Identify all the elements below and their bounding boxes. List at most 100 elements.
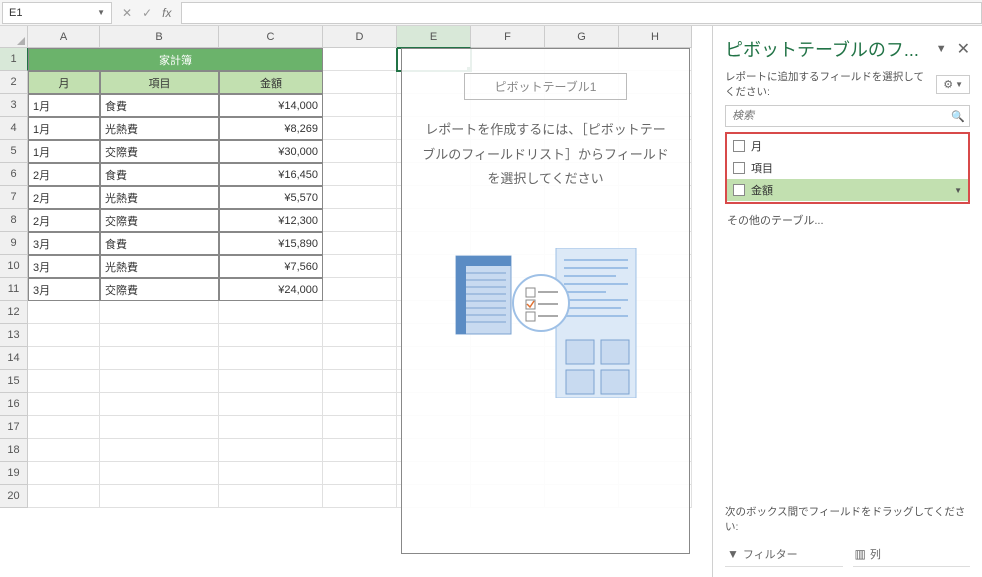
drop-zone-columns[interactable]: ▥列 <box>853 542 971 567</box>
cell[interactable] <box>28 301 100 324</box>
pivot-table-placeholder[interactable]: ピボットテーブル1 レポートを作成するには、［ピボットテーブルのフィールドリスト… <box>401 48 690 554</box>
cell[interactable] <box>219 416 323 439</box>
cell[interactable]: 2月 <box>28 186 100 209</box>
cell[interactable]: ¥14,000 <box>219 94 323 117</box>
cell[interactable] <box>323 324 397 347</box>
field-item-amount[interactable]: 金額 ▼ <box>727 179 968 201</box>
cell[interactable] <box>100 462 219 485</box>
row-header[interactable]: 8 <box>0 209 28 232</box>
cell[interactable]: ¥7,560 <box>219 255 323 278</box>
cell[interactable] <box>100 370 219 393</box>
row-header[interactable]: 4 <box>0 117 28 140</box>
cell[interactable]: 食費 <box>100 163 219 186</box>
layout-options-button[interactable]: ⚙▼ <box>936 75 970 94</box>
cell[interactable]: ¥24,000 <box>219 278 323 301</box>
col-header-A[interactable]: A <box>28 26 100 48</box>
col-header-C[interactable]: C <box>219 26 323 48</box>
cell[interactable] <box>323 439 397 462</box>
checkbox[interactable] <box>733 140 745 152</box>
cell[interactable] <box>219 301 323 324</box>
search-field[interactable]: 🔍 <box>725 105 970 127</box>
cell[interactable]: ¥15,890 <box>219 232 323 255</box>
cell[interactable] <box>323 485 397 508</box>
row-header[interactable]: 19 <box>0 462 28 485</box>
row-header[interactable]: 17 <box>0 416 28 439</box>
fx-icon[interactable]: fx <box>162 6 171 20</box>
cell[interactable] <box>323 209 397 232</box>
worksheet[interactable]: A B C D E F G H 1 家計簿 2 月 項目 金額 <box>0 26 712 577</box>
cell[interactable] <box>100 324 219 347</box>
cell[interactable]: ¥5,570 <box>219 186 323 209</box>
cell-header[interactable]: 月 <box>28 71 100 94</box>
cell[interactable] <box>28 439 100 462</box>
col-header-B[interactable]: B <box>100 26 219 48</box>
row-header[interactable]: 5 <box>0 140 28 163</box>
cell[interactable] <box>100 301 219 324</box>
drop-zone-filters[interactable]: ▼フィルター <box>725 542 843 567</box>
search-icon[interactable]: 🔍 <box>947 106 969 126</box>
field-item-category[interactable]: 項目 <box>727 157 968 179</box>
row-header[interactable]: 16 <box>0 393 28 416</box>
row-header[interactable]: 15 <box>0 370 28 393</box>
cell[interactable] <box>219 462 323 485</box>
cell[interactable]: 1月 <box>28 140 100 163</box>
cell-header[interactable]: 金額 <box>219 71 323 94</box>
col-header-D[interactable]: D <box>323 26 397 48</box>
col-header-E[interactable]: E <box>397 26 471 48</box>
cell[interactable] <box>323 393 397 416</box>
cell[interactable] <box>28 416 100 439</box>
checkbox[interactable] <box>733 184 745 196</box>
cell[interactable] <box>100 393 219 416</box>
cell[interactable] <box>323 255 397 278</box>
cell[interactable]: 3月 <box>28 232 100 255</box>
row-header[interactable]: 14 <box>0 347 28 370</box>
col-header-G[interactable]: G <box>545 26 619 48</box>
cell[interactable] <box>28 485 100 508</box>
chevron-down-icon[interactable]: ▼ <box>954 186 962 195</box>
cell[interactable] <box>323 186 397 209</box>
close-icon[interactable]: ✕ <box>957 39 970 59</box>
cell[interactable] <box>28 370 100 393</box>
row-header[interactable]: 13 <box>0 324 28 347</box>
cell[interactable] <box>323 94 397 117</box>
cell[interactable] <box>28 462 100 485</box>
cell[interactable] <box>323 462 397 485</box>
search-input[interactable] <box>726 106 947 126</box>
row-header[interactable]: 12 <box>0 301 28 324</box>
other-tables-link[interactable]: その他のテーブル... <box>725 208 970 232</box>
pane-dropdown-icon[interactable]: ▼ <box>936 43 947 55</box>
cell[interactable]: 食費 <box>100 232 219 255</box>
cell[interactable] <box>219 485 323 508</box>
cell[interactable] <box>323 416 397 439</box>
cell[interactable] <box>28 347 100 370</box>
row-header[interactable]: 9 <box>0 232 28 255</box>
field-item-month[interactable]: 月 <box>727 135 968 157</box>
cell[interactable]: 光熱費 <box>100 117 219 140</box>
cell[interactable]: 光熱費 <box>100 186 219 209</box>
row-header[interactable]: 11 <box>0 278 28 301</box>
cell[interactable]: 光熱費 <box>100 255 219 278</box>
cell[interactable] <box>100 485 219 508</box>
cell[interactable]: 食費 <box>100 94 219 117</box>
cell[interactable] <box>28 393 100 416</box>
cell[interactable] <box>323 48 397 71</box>
row-header[interactable]: 20 <box>0 485 28 508</box>
cell[interactable] <box>219 370 323 393</box>
cell[interactable]: ¥30,000 <box>219 140 323 163</box>
cell[interactable] <box>323 117 397 140</box>
cell[interactable]: 2月 <box>28 209 100 232</box>
row-header[interactable]: 10 <box>0 255 28 278</box>
row-header[interactable]: 7 <box>0 186 28 209</box>
cell[interactable] <box>323 163 397 186</box>
cell[interactable]: 交際費 <box>100 140 219 163</box>
cell[interactable] <box>219 324 323 347</box>
name-box[interactable]: E1 ▼ <box>2 2 112 24</box>
row-header[interactable]: 6 <box>0 163 28 186</box>
cell[interactable]: 1月 <box>28 94 100 117</box>
row-header[interactable]: 18 <box>0 439 28 462</box>
cell[interactable] <box>28 324 100 347</box>
cell[interactable] <box>323 347 397 370</box>
select-all-button[interactable] <box>0 26 28 48</box>
col-header-F[interactable]: F <box>471 26 545 48</box>
checkbox[interactable] <box>733 162 745 174</box>
